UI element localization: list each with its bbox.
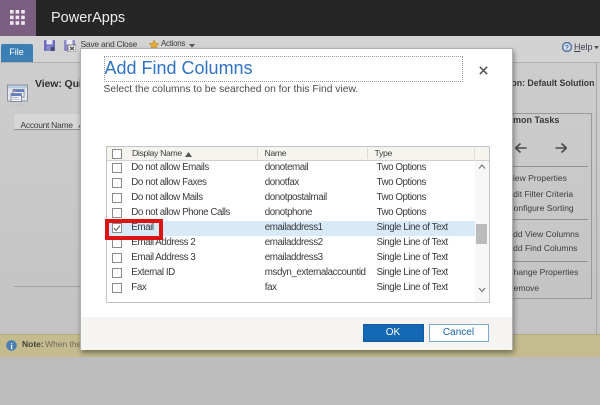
svg-text:?: ?: [565, 45, 569, 52]
